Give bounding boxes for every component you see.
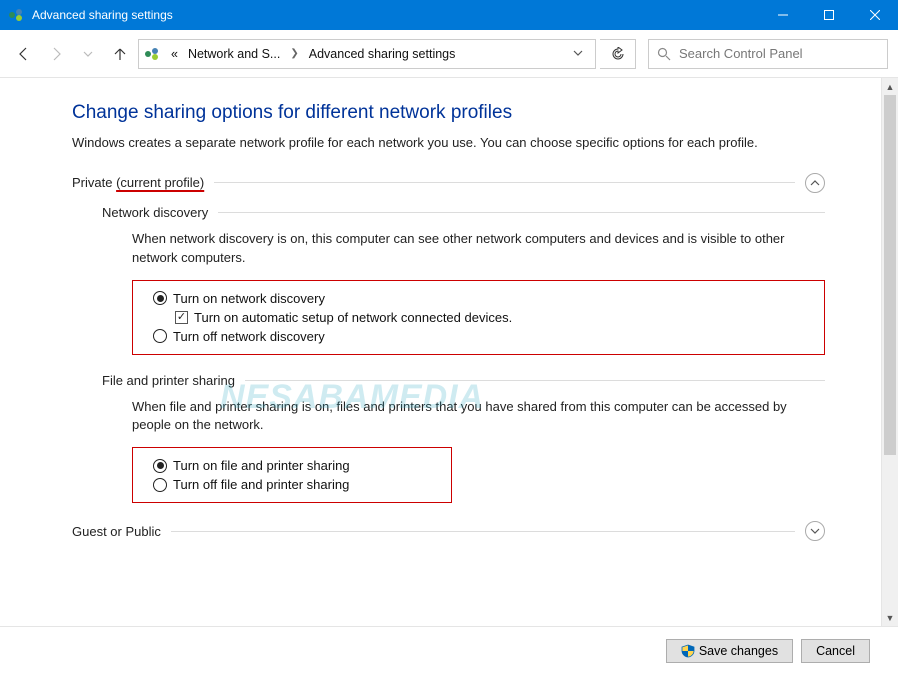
- save-changes-button[interactable]: Save changes: [666, 639, 793, 663]
- recent-dropdown[interactable]: [74, 40, 102, 68]
- radio-network-discovery-on[interactable]: Turn on network discovery: [153, 289, 804, 308]
- radio-icon: [153, 478, 167, 492]
- radio-file-printer-off[interactable]: Turn off file and printer sharing: [153, 475, 431, 494]
- scroll-down-button[interactable]: ▼: [882, 609, 898, 626]
- checkbox-icon: ✓: [175, 311, 188, 324]
- maximize-button[interactable]: [806, 0, 852, 30]
- page-title: Change sharing options for different net…: [72, 102, 825, 124]
- radio-icon: [153, 291, 167, 305]
- address-breadcrumb[interactable]: « Network and S... ❯ Advanced sharing se…: [138, 39, 596, 69]
- content-area: NESABAMEDIA Change sharing options for d…: [0, 78, 881, 626]
- chevron-right-icon: ❯: [286, 48, 302, 59]
- app-icon: [8, 7, 24, 23]
- close-button[interactable]: [852, 0, 898, 30]
- radio-icon: [153, 459, 167, 473]
- scroll-up-button[interactable]: ▲: [882, 78, 898, 95]
- scroll-track[interactable]: [882, 95, 898, 609]
- radio-network-discovery-off[interactable]: Turn off network discovery: [153, 327, 804, 346]
- network-discovery-description: When network discovery is on, this compu…: [132, 230, 812, 268]
- chevron-up-icon: [810, 178, 820, 188]
- radio-icon: [153, 329, 167, 343]
- window-titlebar: Advanced sharing settings: [0, 0, 898, 30]
- up-button[interactable]: [106, 40, 134, 68]
- forward-button[interactable]: [42, 40, 70, 68]
- radio-file-printer-on[interactable]: Turn on file and printer sharing: [153, 456, 431, 475]
- checkbox-auto-setup[interactable]: ✓ Turn on automatic setup of network con…: [175, 308, 804, 327]
- refresh-button[interactable]: [600, 39, 636, 69]
- profile-header-private[interactable]: Private (current profile): [72, 173, 825, 193]
- profile-label-private: Private: [72, 175, 112, 190]
- file-printer-options: Turn on file and printer sharing Turn of…: [132, 447, 452, 503]
- expand-button-guest[interactable]: [805, 521, 825, 541]
- page-description: Windows creates a separate network profi…: [72, 134, 792, 153]
- scroll-thumb[interactable]: [884, 95, 896, 455]
- window-title: Advanced sharing settings: [32, 8, 760, 22]
- footer-bar: Save changes Cancel: [0, 626, 898, 674]
- breadcrumb-prefix: «: [167, 45, 182, 63]
- file-printer-description: When file and printer sharing is on, fil…: [132, 398, 812, 436]
- vertical-scrollbar[interactable]: ▲ ▼: [881, 78, 898, 626]
- network-discovery-options: Turn on network discovery ✓ Turn on auto…: [132, 280, 825, 355]
- cancel-button[interactable]: Cancel: [801, 639, 870, 663]
- search-placeholder: Search Control Panel: [679, 46, 803, 61]
- navigation-bar: « Network and S... ❯ Advanced sharing se…: [0, 30, 898, 78]
- divider: [214, 182, 795, 183]
- collapse-button-private[interactable]: [805, 173, 825, 193]
- profile-label-guest: Guest or Public: [72, 524, 161, 539]
- minimize-button[interactable]: [760, 0, 806, 30]
- section-header-network-discovery: Network discovery: [102, 205, 825, 220]
- search-input[interactable]: Search Control Panel: [648, 39, 888, 69]
- current-profile-indicator: (current profile): [116, 175, 204, 190]
- uac-shield-icon: [681, 644, 695, 658]
- network-icon: [143, 45, 161, 63]
- breadcrumb-item-current[interactable]: Advanced sharing settings: [305, 45, 460, 63]
- section-header-file-printer: File and printer sharing: [102, 373, 825, 388]
- chevron-down-icon: [810, 526, 820, 536]
- divider: [171, 531, 795, 532]
- back-button[interactable]: [10, 40, 38, 68]
- breadcrumb-item-network[interactable]: Network and S...: [184, 45, 284, 63]
- search-icon: [657, 47, 671, 61]
- breadcrumb-dropdown[interactable]: [565, 47, 591, 61]
- profile-header-guest[interactable]: Guest or Public: [72, 521, 825, 541]
